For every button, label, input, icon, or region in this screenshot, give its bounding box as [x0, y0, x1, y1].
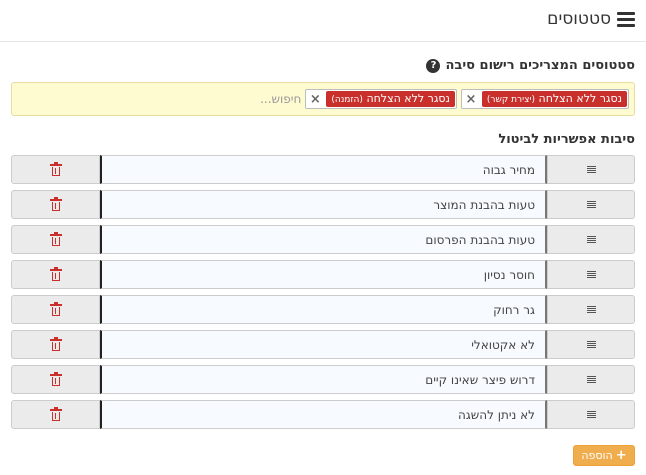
cancel-reason-row	[11, 155, 635, 184]
cancel-reason-input[interactable]	[100, 190, 547, 219]
drag-handle[interactable]	[547, 225, 635, 254]
trash-icon	[49, 161, 62, 176]
cancel-reason-row	[11, 365, 635, 394]
page-title: סטטוסים	[547, 9, 635, 29]
drag-handle[interactable]	[547, 155, 635, 184]
drag-handle[interactable]	[547, 400, 635, 429]
status-tag: נסגר ללא הצלחה (יצירת קשר) ×	[460, 89, 629, 109]
delete-button[interactable]	[11, 260, 100, 289]
trash-icon	[49, 336, 62, 351]
reason-statuses-label: סטטוסים המצריכים רישום סיבה ?	[426, 58, 635, 73]
cancel-reason-input[interactable]	[100, 225, 547, 254]
remove-tag-icon[interactable]: ×	[463, 92, 479, 107]
drag-handle[interactable]	[547, 190, 635, 219]
drag-handle-icon	[586, 200, 596, 209]
status-tag-label: נסגר ללא הצלחה (הזמנה)	[326, 91, 455, 107]
trash-icon	[49, 371, 62, 386]
delete-button[interactable]	[11, 295, 100, 324]
delete-button[interactable]	[11, 155, 100, 184]
delete-button[interactable]	[11, 400, 100, 429]
drag-handle-icon	[586, 340, 596, 349]
page-title-text: סטטוסים	[547, 9, 611, 29]
cancel-reason-row	[11, 400, 635, 429]
trash-icon	[49, 196, 62, 211]
cancel-reason-input[interactable]	[100, 260, 547, 289]
drag-handle[interactable]	[547, 365, 635, 394]
cancel-reason-row	[11, 190, 635, 219]
cancel-reasons-label-text: סיבות אפשריות לביטול	[498, 132, 635, 147]
trash-icon	[49, 301, 62, 316]
delete-button[interactable]	[11, 365, 100, 394]
drag-handle-icon	[586, 165, 596, 174]
reason-statuses-label-text: סטטוסים המצריכים רישום סיבה	[445, 58, 635, 73]
question-circle-icon[interactable]: ?	[426, 58, 441, 73]
trash-icon	[49, 406, 62, 421]
drag-handle-icon	[586, 270, 596, 279]
drag-handle-icon	[586, 410, 596, 419]
status-tag-input[interactable]: נסגר ללא הצלחה (יצירת קשר) × נסגר ללא הצ…	[11, 82, 635, 116]
drag-handle[interactable]	[547, 260, 635, 289]
drag-handle[interactable]	[547, 295, 635, 324]
cancel-reasons-list	[11, 155, 635, 435]
tag-search-input[interactable]	[241, 92, 302, 106]
cancel-reason-row	[11, 260, 635, 289]
remove-tag-icon[interactable]: ×	[307, 92, 323, 107]
cancel-reason-row	[11, 225, 635, 254]
cancel-reason-row	[11, 330, 635, 359]
cancel-reason-row	[11, 295, 635, 324]
list-icon	[617, 11, 635, 27]
cancel-reason-input[interactable]	[100, 330, 547, 359]
plus-icon: +	[615, 448, 627, 463]
cancel-reason-input[interactable]	[100, 400, 547, 429]
delete-button[interactable]	[11, 225, 100, 254]
add-reason-button-label: הוספה	[581, 449, 613, 462]
trash-icon	[49, 231, 62, 246]
cancel-reason-input[interactable]	[100, 295, 547, 324]
status-tag: נסגר ללא הצלחה (הזמנה) ×	[305, 89, 457, 109]
cancel-reason-input[interactable]	[100, 365, 547, 394]
page-header: סטטוסים	[0, 0, 646, 42]
delete-button[interactable]	[11, 190, 100, 219]
add-reason-button[interactable]: + הוספה	[573, 445, 635, 466]
drag-handle-icon	[586, 305, 596, 314]
trash-icon	[49, 266, 62, 281]
cancel-reason-input[interactable]	[100, 155, 547, 184]
delete-button[interactable]	[11, 330, 100, 359]
drag-handle-icon	[586, 375, 596, 384]
drag-handle-icon	[586, 235, 596, 244]
status-tag-label: נסגר ללא הצלחה (יצירת קשר)	[481, 91, 627, 107]
cancel-reasons-label: סיבות אפשריות לביטול	[498, 132, 635, 147]
drag-handle[interactable]	[547, 330, 635, 359]
